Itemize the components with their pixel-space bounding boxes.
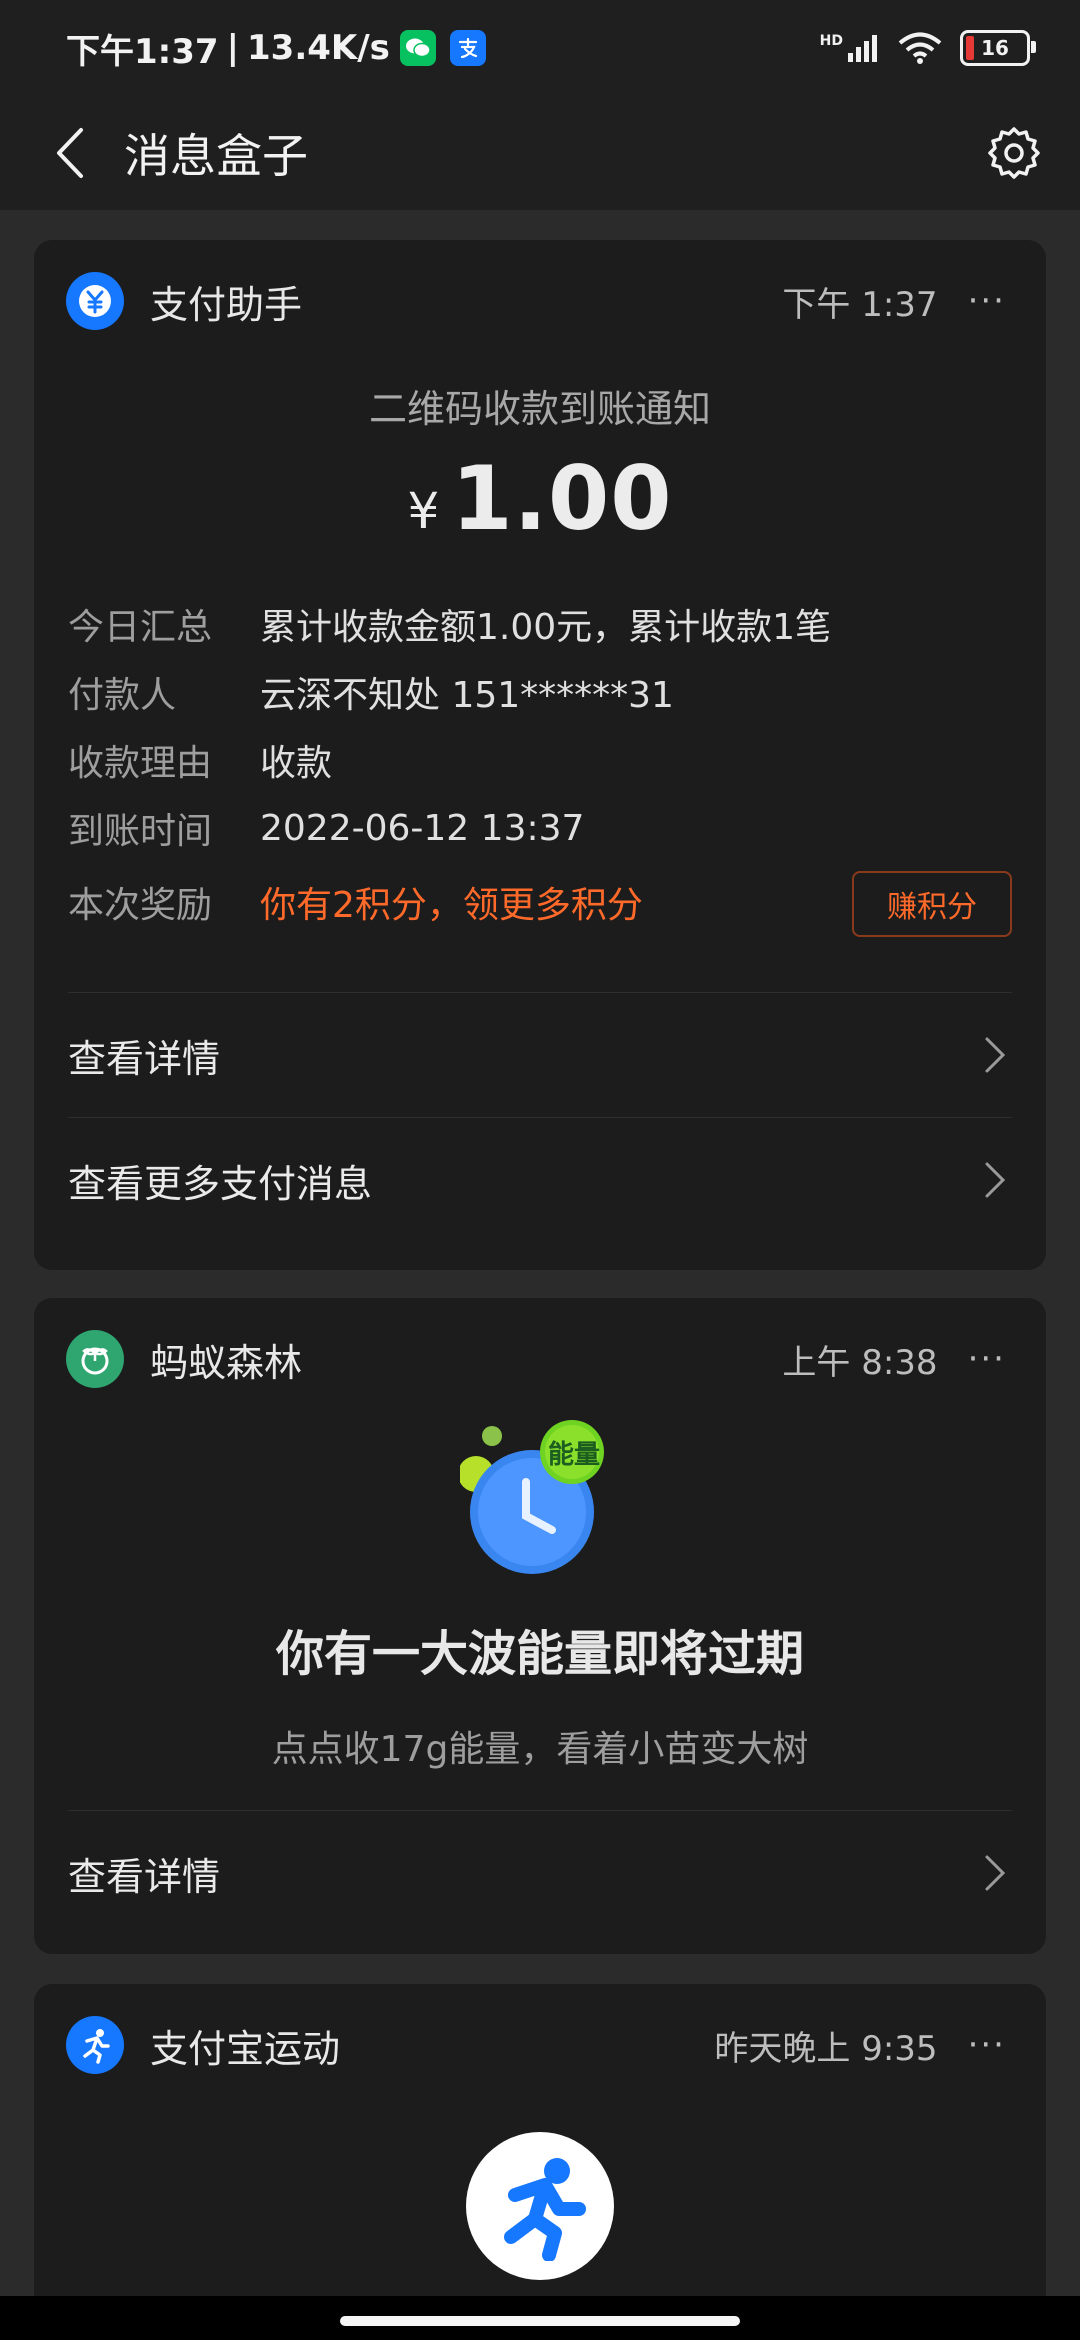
view-details-row[interactable]: 查看详情 — [34, 993, 1046, 1117]
sport-illustration — [466, 2132, 614, 2280]
status-left: 下午1:37 | 13.4K/s — [66, 24, 486, 73]
yuan-coin-icon — [79, 285, 111, 317]
detail-key: 收款理由 — [68, 743, 213, 784]
card-header: 支付助手 下午 1:37 ··· — [34, 240, 1046, 362]
wechat-icon — [399, 30, 436, 66]
status-time: 下午1:37 — [66, 31, 219, 72]
energy-badge: 能量 — [547, 1440, 600, 1470]
sender-name: 支付宝运动 — [150, 2026, 341, 2071]
message-time: 昨天晚上 9:35 — [714, 2028, 938, 2069]
amount-display: ¥ 1.00 — [34, 447, 1046, 550]
payment-notice-card: 支付助手 下午 1:37 ··· 二维码收款到账通知 ¥ 1.00 今日汇总 累… — [34, 240, 1046, 1270]
detail-value: 收款 — [260, 743, 333, 784]
detail-row-reward: 本次奖励 你有2积分，领更多积分 赚积分 — [34, 862, 1046, 942]
amount-value: 1.00 — [451, 447, 673, 550]
detail-value: 累计收款金额1.00元，累计收款1笔 — [260, 607, 832, 648]
chevron-right-icon — [984, 1853, 1014, 1893]
detail-key: 本次奖励 — [68, 885, 213, 926]
detail-key: 今日汇总 — [68, 607, 213, 648]
sender-name: 蚂蚁森林 — [150, 1340, 303, 1385]
message-time: 上午 8:38 — [782, 1342, 938, 1383]
card-header: 支付宝运动 昨天晚上 9:35 ··· — [34, 1984, 1046, 2106]
alipay-icon — [449, 30, 486, 66]
card-header: 蚂蚁森林 上午 8:38 ··· — [34, 1298, 1046, 1420]
more-options-button[interactable]: ··· — [968, 281, 1006, 321]
sprout-icon — [81, 1347, 109, 1375]
sender-name: 支付助手 — [150, 282, 303, 327]
wifi-icon — [898, 32, 942, 64]
status-right: HD 16 — [820, 30, 1036, 66]
status-separator: | — [226, 28, 239, 68]
reward-link[interactable]: 你有2积分，领更多积分 — [260, 876, 643, 928]
earn-points-button[interactable]: 赚积分 — [852, 871, 1012, 937]
running-person-icon — [504, 2158, 586, 2261]
detail-rows: 今日汇总 累计收款金额1.00元，累计收款1笔 付款人 云深不知处 151***… — [34, 590, 1046, 942]
detail-key: 到账时间 — [68, 811, 213, 852]
view-details-label: 查看详情 — [68, 1036, 221, 1081]
chevron-right-glyph — [985, 1162, 1006, 1198]
network-speed: 13.4K/s — [247, 28, 390, 68]
energy-title: 你有一大波能量即将过期 — [275, 1626, 804, 1682]
back-arrow-icon — [57, 128, 83, 178]
more-options-button[interactable]: ··· — [968, 1339, 1006, 1379]
signal-icon: HD — [820, 33, 880, 63]
chevron-right-icon — [984, 1160, 1014, 1200]
hd-label: HD — [819, 33, 843, 49]
view-more-label: 查看更多支付消息 — [68, 1161, 373, 1206]
energy-illustration: 能量 — [34, 1420, 1046, 1584]
energy-subtitle: 点点收17g能量，看着小苗变大树 — [271, 1729, 809, 1770]
view-details-label: 查看详情 — [68, 1854, 221, 1899]
ant-forest-card: 蚂蚁森林 上午 8:38 ··· 能量 你有一大波能量即将过期 点点收17g能量… — [34, 1298, 1046, 1954]
signal-bars — [848, 35, 877, 62]
back-button[interactable] — [40, 123, 100, 183]
view-details-row[interactable]: 查看详情 — [34, 1811, 1046, 1935]
app-bar: 消息盒子 — [0, 96, 1080, 210]
detail-row-summary: 今日汇总 累计收款金额1.00元，累计收款1笔 — [34, 590, 1046, 658]
page-title: 消息盒子 — [124, 129, 308, 183]
alipay-sport-avatar — [66, 2016, 124, 2074]
detail-row-reason: 收款理由 收款 — [34, 726, 1046, 794]
battery-icon: 16 — [960, 30, 1036, 66]
detail-row-payer: 付款人 云深不知处 151******31 — [34, 658, 1046, 726]
chevron-right-glyph — [985, 1855, 1006, 1891]
detail-key: 付款人 — [68, 675, 177, 716]
chevron-right-icon — [984, 1035, 1014, 1075]
detail-value: 云深不知处 151******31 — [260, 675, 674, 716]
payment-assistant-avatar — [66, 272, 124, 330]
alipay-sport-card: 支付宝运动 昨天晚上 9:35 ··· — [34, 1984, 1046, 2324]
home-indicator[interactable] — [340, 2316, 740, 2326]
battery-text: 16 — [981, 36, 1009, 60]
battery-level — [966, 36, 974, 60]
notice-title: 二维码收款到账通知 — [368, 387, 711, 431]
runner-icon — [83, 2029, 110, 2064]
message-time: 下午 1:37 — [782, 284, 938, 325]
wechat-glyph — [405, 38, 431, 58]
chevron-right-glyph — [985, 1037, 1006, 1073]
more-options-button[interactable]: ··· — [968, 2025, 1006, 2065]
ant-forest-avatar — [66, 1330, 124, 1388]
view-more-payments-row[interactable]: 查看更多支付消息 — [34, 1118, 1046, 1242]
settings-button[interactable] — [984, 123, 1044, 183]
detail-row-arrival-time: 到账时间 2022-06-12 13:37 — [34, 794, 1046, 862]
gear-icon — [988, 127, 1040, 179]
detail-value: 2022-06-12 13:37 — [260, 807, 585, 849]
alipay-glyph — [458, 37, 477, 59]
status-bar: 下午1:37 | 13.4K/s HD 16 — [0, 0, 1080, 96]
currency-symbol: ¥ — [407, 482, 440, 540]
